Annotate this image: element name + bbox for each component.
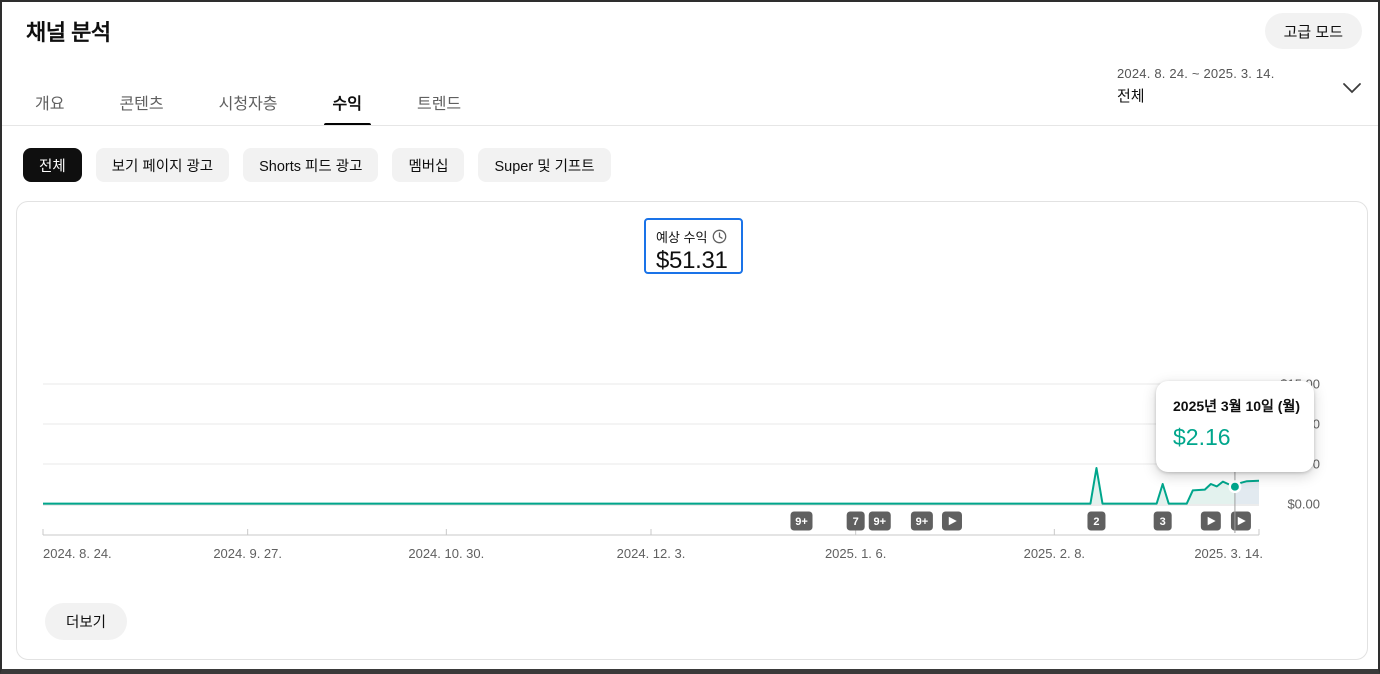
y-axis-label: $0.00 xyxy=(1287,497,1320,512)
tab-audience[interactable]: 시청자층 xyxy=(210,77,287,126)
see-more-button[interactable]: 더보기 xyxy=(45,603,127,640)
date-range-selected: 전체 xyxy=(1117,85,1275,106)
video-marker-count: 7 xyxy=(853,516,859,528)
revenue-line xyxy=(43,468,1259,504)
chip-all[interactable]: 전체 xyxy=(23,148,82,182)
hover-dot[interactable] xyxy=(1230,482,1240,492)
x-axis-label: 2024. 10. 30. xyxy=(408,546,484,561)
tab-revenue[interactable]: 수익 xyxy=(324,77,371,126)
chip-shorts-feed-ads[interactable]: Shorts 피드 광고 xyxy=(243,148,378,182)
video-marker-count: 3 xyxy=(1160,516,1166,528)
x-axis-label: 2025. 1. 6. xyxy=(825,546,886,561)
x-axis-label: 2024. 9. 27. xyxy=(213,546,282,561)
chart-tooltip: 2025년 3월 10일 (월) $2.16 xyxy=(1156,381,1314,472)
tabs-divider xyxy=(2,125,1378,126)
chart-card: $0.00$5.00$10.00$15.002024. 8. 24.2024. … xyxy=(16,201,1368,660)
analytics-window: 채널 분석 고급 모드 개요 콘텐츠 시청자층 수익 트렌드 2024. 8. 24. … xyxy=(0,0,1380,674)
date-range-text: 2024. 8. 24. ~ 2025. 3. 14. xyxy=(1117,66,1275,81)
clock-icon xyxy=(712,229,727,244)
revenue-type-chips: 전체 보기 페이지 광고 Shorts 피드 광고 멤버십 Super 및 기프트 xyxy=(23,148,611,182)
video-marker-count: 9+ xyxy=(916,516,929,528)
estimated-revenue-metric[interactable]: 예상 수익 $51.31 xyxy=(644,218,743,274)
video-marker-count: 9+ xyxy=(795,516,808,528)
video-marker-count: 2 xyxy=(1093,516,1099,528)
metric-label: 예상 수익 xyxy=(656,227,707,246)
tooltip-value: $2.16 xyxy=(1173,424,1297,451)
revenue-area-fill xyxy=(43,468,1259,504)
x-axis-label: 2024. 12. 3. xyxy=(617,546,686,561)
chip-memberships[interactable]: 멤버십 xyxy=(392,148,464,182)
chip-watch-page-ads[interactable]: 보기 페이지 광고 xyxy=(96,148,229,182)
tab-content[interactable]: 콘텐츠 xyxy=(110,77,172,126)
metric-value: $51.31 xyxy=(656,247,741,275)
x-axis-label: 2025. 2. 8. xyxy=(1024,546,1085,561)
video-marker-count: 9+ xyxy=(873,516,886,528)
tab-overview[interactable]: 개요 xyxy=(26,77,73,126)
analytics-tabs: 개요 콘텐츠 시청자층 수익 트렌드 xyxy=(26,77,470,126)
page-title: 채널 분석 xyxy=(26,15,111,47)
tooltip-date: 2025년 3월 10일 (월) xyxy=(1173,396,1297,416)
chip-supers-and-gifts[interactable]: Super 및 기프트 xyxy=(478,148,610,182)
x-axis-label: 2024. 8. 24. xyxy=(43,546,112,561)
tab-trends[interactable]: 트렌드 xyxy=(408,77,470,126)
date-range-filter[interactable]: 2024. 8. 24. ~ 2025. 3. 14. 전체 xyxy=(1117,66,1275,106)
advanced-mode-button[interactable]: 고급 모드 xyxy=(1265,13,1362,49)
x-axis-label: 2025. 3. 14. xyxy=(1194,546,1263,561)
chevron-down-icon[interactable] xyxy=(1342,82,1362,94)
